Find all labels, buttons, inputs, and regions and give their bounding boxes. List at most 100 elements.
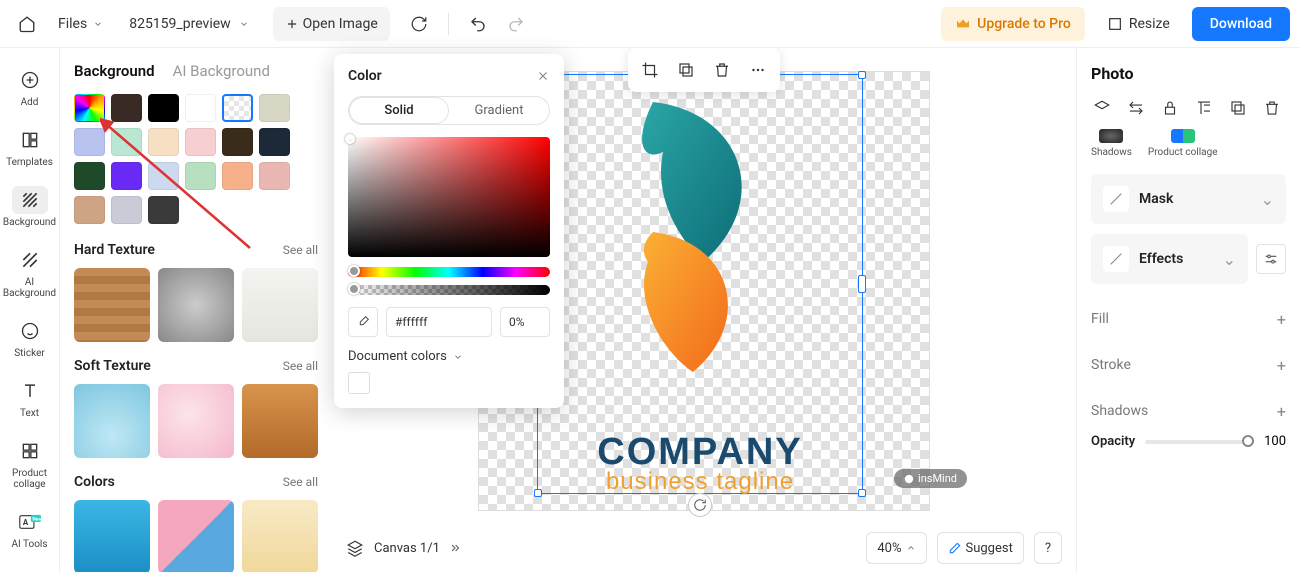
nav-ai-tools[interactable]: ANew AI Tools [3,502,57,556]
color-cyan[interactable] [74,500,150,572]
slider-knob[interactable] [1242,435,1254,447]
home-button[interactable] [10,7,44,41]
texture-leather[interactable] [242,384,318,458]
delete-action[interactable] [1261,97,1283,119]
hard-texture-see-all[interactable]: See all [283,243,318,257]
swatch-#3a2a24[interactable] [111,94,142,122]
alpha-input[interactable]: 0% [500,307,550,337]
swatch-transparent[interactable] [222,94,253,122]
swatch-#6a2af5[interactable] [111,162,142,190]
swatch-#f6b08a[interactable] [222,162,253,190]
effects-settings[interactable] [1256,244,1286,274]
undo-button[interactable] [461,7,495,41]
canvas-pager[interactable]: Canvas 1/1 [374,541,462,556]
stroke-row[interactable]: Stroke + [1091,342,1286,388]
layers-action[interactable] [1091,97,1113,119]
nav-templates[interactable]: Templates [3,120,57,174]
handle-tr[interactable] [858,71,866,79]
sat-cursor[interactable] [345,134,355,144]
redo-button[interactable] [499,7,533,41]
texture-water[interactable] [74,384,150,458]
crop-button[interactable] [634,54,666,86]
swatch-#cfa484[interactable] [74,196,105,224]
quick-shadows[interactable]: Shadows [1091,129,1132,158]
hex-input[interactable]: #ffffff [386,307,492,337]
tab-background[interactable]: Background [74,62,155,80]
texture-silk[interactable] [158,384,234,458]
document-colors-toggle[interactable]: Document colors [348,349,550,364]
color-pinkblue[interactable] [158,500,234,572]
align-action[interactable] [1193,97,1215,119]
tab-solid[interactable]: Solid [349,97,449,124]
alpha-slider[interactable] [348,285,550,295]
copy-action[interactable] [1227,97,1249,119]
flip-action[interactable] [1125,97,1147,119]
swatch-#cdd9ee[interactable] [148,162,179,190]
resize-button[interactable]: Resize [1097,7,1180,41]
suggest-button[interactable]: Suggest [937,532,1024,564]
swatch-#c9cbd6[interactable] [111,196,142,224]
doc-color-white[interactable] [348,372,370,394]
more-button[interactable] [742,54,774,86]
texture-wood[interactable] [74,268,150,342]
swatch-#1d2838[interactable] [259,128,290,156]
swatch-#b9e7d4[interactable] [111,128,142,156]
nav-add[interactable]: Add [3,60,57,114]
fill-row[interactable]: Fill + [1091,296,1286,342]
texture-marble[interactable] [242,268,318,342]
delete-button[interactable] [706,54,738,86]
opacity-slider[interactable] [1145,440,1254,444]
swatch-#e9b7b2[interactable] [259,162,290,190]
upgrade-label: Upgrade to Pro [977,16,1071,32]
swatch-#d8d6c4[interactable] [259,94,290,122]
swatch-#000000[interactable] [148,94,179,122]
upgrade-button[interactable]: Upgrade to Pro [941,7,1085,41]
rotate-handle[interactable] [688,493,712,517]
redo-icon [507,15,525,33]
hue-slider[interactable] [348,267,550,277]
document-name[interactable]: 825159_preview [117,7,260,41]
handle-r[interactable] [858,275,866,293]
sync-button[interactable] [402,7,436,41]
layers-button[interactable] [346,539,364,557]
mask-row[interactable]: Mask ⌄ [1091,174,1286,224]
tab-ai-background[interactable]: AI Background [173,62,270,80]
nav-sticker[interactable]: Sticker [3,311,57,365]
alpha-knob[interactable] [348,283,360,295]
nav-product-collage[interactable]: Product collage [3,431,57,496]
effects-row[interactable]: Effects ⌄ [1091,234,1248,284]
nav-ai-background[interactable]: AI Background [3,240,57,305]
colors-see-all[interactable]: See all [283,475,318,489]
lock-action[interactable] [1159,97,1181,119]
nav-collage-label: Product collage [3,468,57,490]
open-image-button[interactable]: Open Image [273,7,390,41]
swatch-rainbow[interactable] [74,94,105,122]
files-menu[interactable]: Files [48,7,113,41]
nav-text[interactable]: Text [3,371,57,425]
help-button[interactable]: ? [1034,532,1062,564]
nav-sticker-label: Sticker [14,348,45,359]
swatch-#f7dfc4[interactable] [148,128,179,156]
swatch-#3a3a3a[interactable] [148,196,179,224]
eyedropper-button[interactable] [348,307,378,337]
quick-collage[interactable]: Product collage [1148,129,1218,158]
nav-background[interactable]: Background [3,180,57,234]
swatch-#f7cfd0[interactable] [185,128,216,156]
duplicate-button[interactable] [670,54,702,86]
shadows-row[interactable]: Shadows + [1091,388,1286,434]
swatch-#3a2b1a[interactable] [222,128,253,156]
swatch-#ffffff[interactable] [185,94,216,122]
swatch-#b7e0c0[interactable] [185,162,216,190]
swatch-#1f4a29[interactable] [74,162,105,190]
download-button[interactable]: Download [1192,7,1290,41]
watermark: insMind [894,469,967,488]
hue-knob[interactable] [348,265,360,277]
saturation-box[interactable] [348,137,550,257]
zoom-control[interactable]: 40% [866,532,926,564]
color-cream[interactable] [242,500,318,572]
soft-texture-see-all[interactable]: See all [283,359,318,373]
texture-concrete[interactable] [158,268,234,342]
tab-gradient[interactable]: Gradient [449,97,549,124]
close-button[interactable] [536,69,550,83]
swatch-#b9c3ef[interactable] [74,128,105,156]
